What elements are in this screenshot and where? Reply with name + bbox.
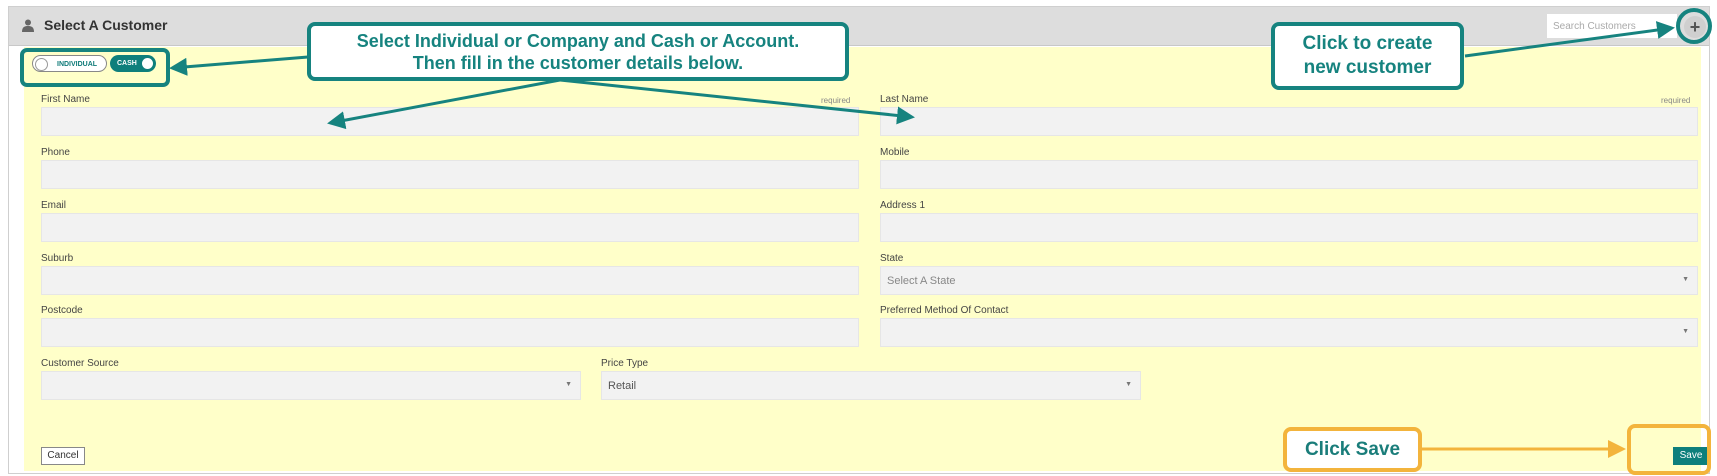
arrow-to-first-name (327, 78, 561, 130)
select-type-callout-line2: Then fill in the customer details below. (412, 53, 744, 73)
create-customer-callout: Click to create new customer (1271, 22, 1464, 90)
create-customer-callout-line2: new customer (1303, 57, 1432, 78)
save-callout: Click Save (1283, 427, 1422, 472)
arrow-to-last-name (559, 78, 915, 125)
toggle-highlight-ring (20, 48, 170, 87)
arrow-to-add-button (1464, 21, 1675, 58)
add-button-highlight-ring (1676, 8, 1712, 44)
save-button-highlight-ring (1627, 424, 1711, 475)
create-customer-callout-line1: Click to create (1302, 33, 1433, 54)
select-type-callout: Select Individual or Company and Cash or… (307, 22, 849, 81)
arrow-to-toggles (169, 55, 309, 76)
select-type-callout-line1: Select Individual or Company and Cash or… (356, 31, 800, 51)
